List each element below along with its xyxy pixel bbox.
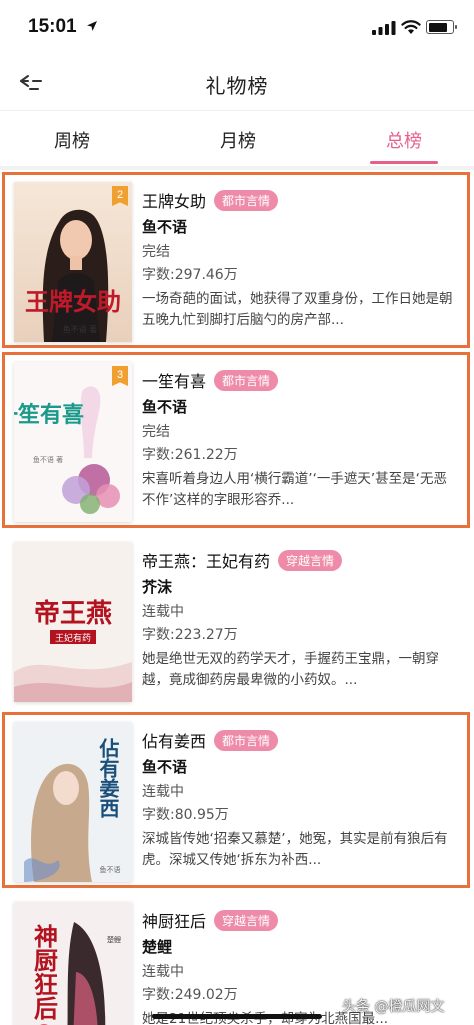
tab-overall[interactable]: 总榜: [344, 127, 464, 153]
book-cover[interactable]: 帝王燕 王妃有药: [14, 542, 132, 702]
word-count: 字数:297.46万: [142, 267, 238, 283]
book-cover[interactable]: 神厨狂后 楚鲤: [14, 902, 132, 1025]
book-status: 完结: [142, 424, 170, 440]
genre-tag: 都市言情: [214, 729, 279, 751]
cover-title: 神厨狂后: [30, 924, 59, 1021]
tab-weekly[interactable]: 周榜: [12, 127, 132, 153]
genre-tag: 都市言情: [214, 369, 279, 391]
ranking-tabs: 周榜 月榜 总榜: [0, 110, 474, 166]
book-title[interactable]: 一笙有喜: [142, 372, 206, 391]
book-info: 一笙有喜 都市言情 鱼不语 完结 字数:261.22万 宋喜听着身边人用‘横行霸道…: [142, 368, 460, 511]
word-count: 字数:223.27万: [142, 627, 238, 643]
book-title[interactable]: 神厨狂后: [142, 912, 206, 931]
list-item[interactable]: 王牌女助 鱼不语 著 2 王牌女助 都市言情 鱼不语 完结 字数:297.46万 …: [0, 170, 474, 350]
home-indicator[interactable]: [152, 1014, 322, 1019]
book-status: 连载中: [142, 604, 184, 620]
cover-author: 鱼不语 著: [63, 324, 98, 334]
book-cover[interactable]: 佔有姜西 鱼不语: [14, 722, 132, 882]
genre-tag: 都市言情: [214, 189, 279, 211]
cellular-signal-icon: [372, 21, 396, 35]
cover-author: 鱼不语: [100, 865, 121, 874]
book-author: 鱼不语: [142, 398, 188, 416]
status-time: 15:01: [28, 16, 77, 37]
watermark: 头条 @橙瓜网文: [342, 999, 445, 1015]
cover-subtitle: 王妃有药: [55, 632, 91, 644]
active-tab-indicator: [370, 161, 438, 164]
list-item[interactable]: 帝王燕 王妃有药 帝王燕：王妃有药 穿越言情 芥沫 连载中 字数:223.27万 …: [0, 530, 474, 710]
cover-title: 佔有姜西: [96, 737, 120, 819]
wifi-icon: [401, 20, 421, 34]
book-description: 一场奇葩的面试，她获得了双重身份，工作日她是朝五晚九忙到脚打后脑勺的房产部...: [142, 291, 453, 328]
book-author: 芥沫: [142, 578, 173, 596]
book-title[interactable]: 帝王燕：王妃有药: [142, 552, 270, 571]
list-item[interactable]: 佔有姜西 鱼不语 佔有姜西 都市言情 鱼不语 连载中 字数:80.95万 深城皆传…: [0, 710, 474, 890]
nav-bar: 礼物榜: [0, 56, 474, 110]
book-author: 楚鲤: [142, 938, 173, 956]
book-info: 佔有姜西 都市言情 鱼不语 连载中 字数:80.95万 深城皆传她‘招秦又慕楚’，…: [142, 728, 460, 871]
cover-title: 一笙有喜: [14, 402, 84, 428]
book-author: 鱼不语: [142, 218, 188, 236]
location-arrow-icon: [87, 21, 97, 31]
book-cover[interactable]: 王牌女助 鱼不语 著 2: [14, 182, 132, 342]
genre-tag: 穿越言情: [214, 909, 279, 931]
book-title[interactable]: 佔有姜西: [142, 732, 206, 751]
book-title[interactable]: 王牌女助: [142, 192, 206, 211]
book-info: 帝王燕：王妃有药 穿越言情 芥沫 连载中 字数:223.27万 她是绝世无双的药学…: [142, 548, 460, 691]
battery-level: [428, 22, 448, 32]
book-status: 连载中: [142, 964, 184, 980]
genre-tag: 穿越言情: [278, 549, 343, 571]
book-info: 王牌女助 都市言情 鱼不语 完结 字数:297.46万 一场奇葩的面试，她获得了双…: [142, 188, 460, 331]
book-status: 完结: [142, 244, 170, 260]
battery-icon: [426, 20, 457, 34]
book-status: 连载中: [142, 784, 184, 800]
book-cover[interactable]: 一笙有喜 鱼不语 著 3: [14, 362, 132, 522]
page-title: 礼物榜: [205, 74, 269, 98]
status-bar: 15:01: [0, 0, 474, 56]
word-count: 字数:80.95万: [142, 807, 229, 823]
cover-title: 王牌女助: [25, 287, 121, 316]
book-description: 深城皆传她‘招秦又慕楚’，她冤，其实是前有狼后有虎。深城又传她‘拆东为补西...: [142, 831, 448, 868]
cover-author: 鱼不语 著: [33, 455, 63, 464]
cover-title: 帝王燕: [34, 598, 112, 629]
tab-monthly[interactable]: 月榜: [178, 127, 298, 153]
list-item[interactable]: 一笙有喜 鱼不语 著 3 一笙有喜都市言情 鱼不语 完结 字数:261.22万 …: [0, 350, 474, 530]
book-author: 鱼不语: [142, 758, 188, 776]
cover-author: 楚鲤: [107, 935, 121, 944]
word-count: 字数:261.22万: [142, 447, 238, 463]
book-description: 宋喜听着身边人用‘横行霸道’‘一手遮天’甚至是‘无恶不作’这样的字眼形容乔...: [142, 471, 447, 508]
book-description: 她是绝世无双的药学天才，手握药王宝鼎，一朝穿越，竟成御药房最卑微的小药奴。...: [142, 651, 439, 688]
